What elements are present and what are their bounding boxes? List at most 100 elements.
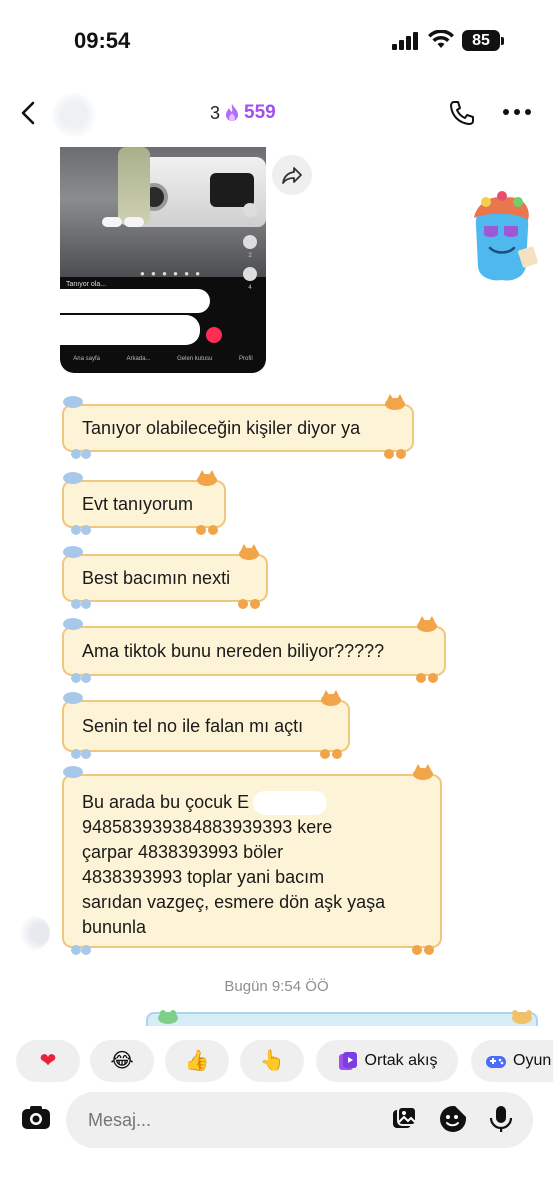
message-input[interactable] (88, 1092, 348, 1148)
heart-icon: ❤ (39, 1050, 57, 1072)
message-text: Evt tanıyorum (82, 494, 194, 514)
shoe (124, 217, 144, 227)
message-bubble[interactable]: Evt tanıyorum (62, 470, 226, 535)
cat-sticker-icon (417, 616, 437, 632)
pointing-hand-icon: 👆 (259, 1050, 285, 1072)
share-icon (243, 267, 257, 281)
paw-sticker-icon (71, 673, 91, 683)
quick-reply-bar: ❤ 😂 👍 👆 Ortak akış Oyun (16, 1040, 553, 1084)
car-grille (210, 173, 254, 207)
message-text: Tanıyor olabileceğin kişiler diyor ya (82, 418, 361, 438)
elephant-sticker-icon (63, 472, 83, 484)
elephant-sticker-icon (63, 692, 83, 704)
battery-indicator: 85 (462, 30, 500, 51)
sender-avatar (16, 916, 50, 950)
frog-sticker-icon (158, 1010, 178, 1024)
battery-tip (501, 37, 504, 45)
chat-title-count: 3 (210, 102, 221, 123)
record-dot (206, 327, 222, 343)
shared-feed-icon (338, 1052, 357, 1070)
carousel-dots: ● ● ● ● ● ● (140, 269, 203, 278)
nav-friends: Arkada... (126, 356, 151, 362)
bookmark-count: 2 (248, 253, 252, 259)
message-text: Ama tiktok bunu nereden biliyor????? (82, 641, 385, 661)
cat-sticker-icon (413, 764, 433, 780)
share-count: 4 (248, 285, 252, 291)
character-sticker (474, 191, 538, 281)
message-text: Best bacımın nexti (82, 568, 231, 588)
paw-sticker-icon (71, 749, 91, 759)
message-bubble[interactable]: Best bacımın nexti (62, 544, 268, 609)
quick-reply-heart[interactable]: ❤ (16, 1040, 80, 1082)
cat-sticker-icon (321, 690, 341, 706)
comment-icon (243, 235, 257, 249)
message-text-line: Bu arada bu çocuk E (82, 792, 250, 812)
message-text: Senin tel no ile falan mı açtı (82, 716, 304, 736)
thumbs-up-icon: 👍 (184, 1050, 210, 1072)
redaction (60, 289, 210, 313)
shared-video-card[interactable]: ● ● ● ● ● ● 56 2 4 Tanıyor ola... Ana sa… (60, 147, 266, 373)
cat-sticker-icon (197, 470, 217, 486)
shared-feed-label: Ortak akış (364, 1052, 438, 1069)
paw-sticker-icon (238, 599, 260, 609)
nav-home: Ana sayfa (73, 356, 100, 362)
quick-reply-point[interactable]: 👆 (240, 1040, 304, 1082)
paw-sticker-icon (416, 673, 438, 683)
status-time: 09:54 (74, 28, 131, 53)
gallery-icon[interactable] (390, 1104, 420, 1134)
redaction (60, 315, 200, 345)
contact-avatar[interactable] (52, 93, 96, 137)
elephant-sticker-icon (63, 766, 83, 778)
paw-sticker-icon (412, 945, 434, 955)
paw-sticker-icon (384, 449, 406, 459)
camera-button[interactable] (16, 1098, 56, 1138)
nav-profile: Profil (239, 356, 253, 362)
message-bubble[interactable]: Senin tel no ile falan mı açtı (62, 690, 350, 759)
elephant-sticker-icon (63, 396, 83, 408)
sticker-icon[interactable] (438, 1104, 468, 1134)
like-count: 56 (246, 221, 254, 227)
games-label: Oyun (513, 1052, 552, 1069)
message-text: 948583939384883939393 kere çarpar 483839… (82, 817, 386, 938)
paw-sticker-icon (71, 449, 91, 459)
paw-sticker-icon (320, 749, 342, 759)
quick-reply-thumbs-up[interactable]: 👍 (165, 1040, 229, 1082)
video-thumbnail: ● ● ● ● ● ● (60, 147, 266, 278)
cellular-signal-icon (392, 32, 422, 50)
cat-sticker-icon (239, 544, 259, 560)
games-button[interactable]: Oyun (471, 1040, 553, 1082)
message-composer (66, 1092, 533, 1148)
forward-share-button[interactable] (272, 155, 312, 195)
status-bar: 09:54 85 (0, 0, 553, 80)
shared-feed-button[interactable]: Ortak akış (316, 1040, 458, 1082)
laughing-emoji-icon: 😂 (110, 1050, 134, 1072)
cat-sticker-icon (385, 394, 405, 410)
message-timestamp: Bugün 9:54 ÖÖ (224, 978, 329, 995)
shoe (102, 217, 122, 227)
paw-sticker-icon (71, 599, 91, 609)
microphone-icon[interactable] (486, 1104, 516, 1134)
outgoing-message-bubble-edge[interactable] (146, 1012, 538, 1026)
more-options-icon[interactable] (503, 109, 531, 117)
chat-header: 3 559 (0, 85, 553, 141)
chat-title[interactable]: 3 559 (210, 99, 276, 127)
nav-inbox: Gelen kutusu (177, 356, 213, 362)
wifi-icon (428, 30, 454, 48)
elephant-sticker-icon (63, 618, 83, 630)
redacted-name (253, 791, 328, 816)
phone-call-icon[interactable] (448, 99, 476, 127)
message-bubble[interactable]: Tanıyor olabileceğin kişiler diyor ya (62, 394, 414, 459)
elephant-sticker-icon (63, 546, 83, 558)
paw-sticker-icon (196, 525, 218, 535)
back-chevron-icon[interactable] (16, 99, 44, 127)
message-bubble[interactable]: Bu arada bu çocuk E 94858393938488393939… (62, 764, 442, 955)
person-legs (118, 147, 150, 225)
message-text-first-line: Bu arada bu çocuk E (82, 790, 422, 816)
message-bubble[interactable]: Ama tiktok bunu nereden biliyor????? (62, 616, 446, 683)
paw-sticker-icon (71, 525, 91, 535)
like-icon (243, 203, 257, 217)
quick-reply-laugh[interactable]: 😂 (90, 1040, 154, 1082)
streak-count: 559 (244, 102, 276, 123)
video-actions: 56 2 4 (240, 203, 260, 299)
game-controller-icon (486, 1056, 506, 1068)
